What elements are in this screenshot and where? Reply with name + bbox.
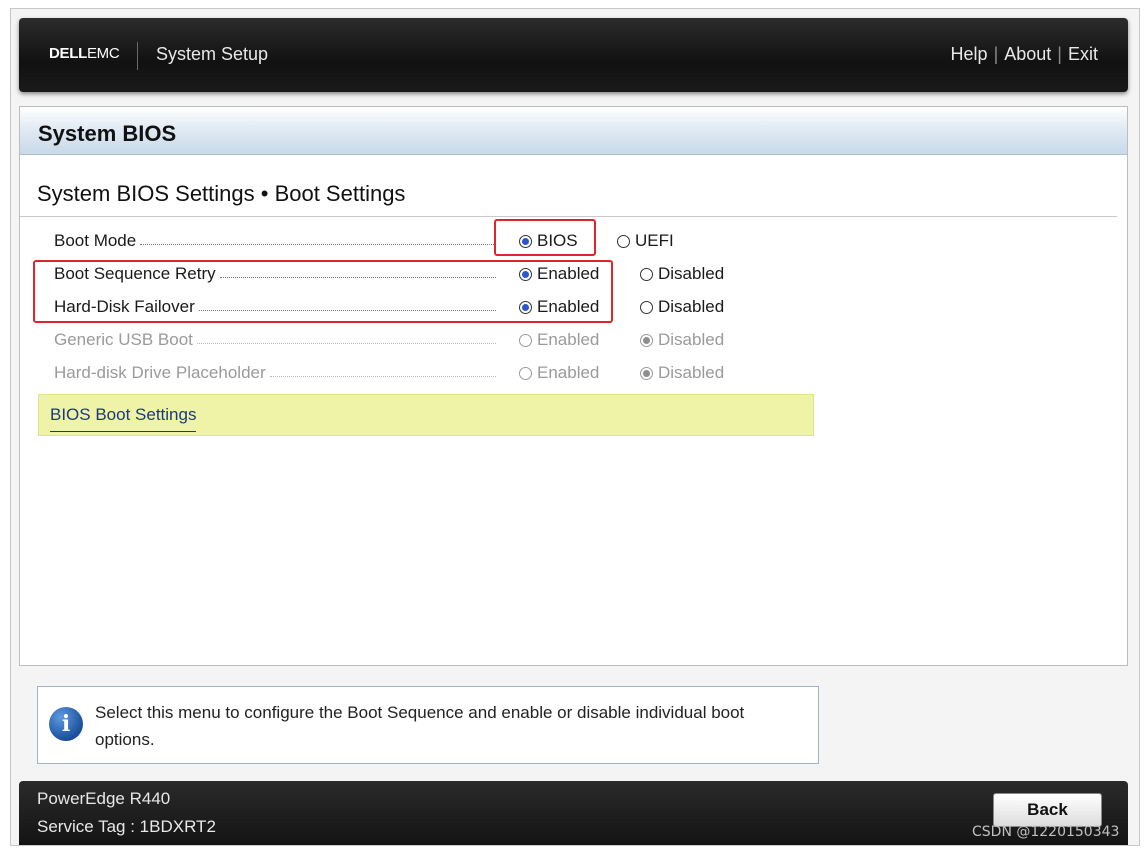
setting-label: Hard-disk Drive Placeholder	[54, 363, 266, 382]
submenu-bios-boot-settings[interactable]: BIOS Boot Settings	[38, 394, 814, 436]
boot-mode-uefi-radio[interactable]: UEFI	[617, 231, 674, 251]
setting-hdd-placeholder: Hard-disk Drive Placeholder Enabled Disa…	[54, 360, 774, 388]
radio-selected-icon	[640, 333, 653, 347]
top-bar: DELLEMC System Setup Help | About | Exit	[19, 18, 1128, 92]
dot-leader	[269, 375, 496, 377]
highlight-box-bios	[494, 219, 596, 256]
main-panel: System BIOS System BIOS Settings • Boot …	[19, 106, 1128, 666]
about-link[interactable]: About	[1004, 44, 1051, 64]
generic-usb-boot-disabled-radio: Disabled	[640, 330, 724, 350]
help-message: Select this menu to configure the Boot S…	[95, 703, 745, 749]
link-separator: |	[1057, 44, 1062, 64]
dot-leader	[196, 342, 496, 344]
submenu-link[interactable]: BIOS Boot Settings	[50, 405, 197, 432]
logo-divider	[137, 42, 138, 70]
generic-usb-boot-enabled-radio: Enabled	[519, 330, 599, 350]
service-tag: Service Tag : 1BDXRT2	[37, 817, 216, 836]
hard-disk-failover-disabled-radio[interactable]: Disabled	[640, 297, 724, 317]
radio-empty-icon	[519, 333, 532, 347]
setting-label: Generic USB Boot	[54, 330, 193, 349]
radio-empty-icon	[640, 267, 653, 281]
radio-empty-icon	[617, 234, 630, 248]
exit-link[interactable]: Exit	[1068, 44, 1098, 64]
hdd-placeholder-disabled-radio: Disabled	[640, 363, 724, 383]
help-link[interactable]: Help	[951, 44, 988, 64]
boot-sequence-retry-disabled-radio[interactable]: Disabled	[640, 264, 724, 284]
setting-label: Boot Mode	[54, 231, 137, 250]
info-icon: i	[49, 707, 83, 741]
top-links: Help | About | Exit	[951, 44, 1098, 65]
hdd-placeholder-enabled-radio: Enabled	[519, 363, 599, 383]
link-separator: |	[993, 44, 999, 64]
system-model: PowerEdge R440	[37, 789, 171, 808]
dot-leader	[140, 243, 496, 245]
back-button[interactable]: Back	[993, 793, 1102, 827]
page-subtitle: System BIOS Settings • Boot Settings	[37, 181, 406, 206]
page-title: System BIOS	[20, 107, 1127, 155]
radio-empty-icon	[640, 300, 653, 314]
highlight-box-retry-failover	[33, 260, 613, 323]
help-box: i Select this menu to configure the Boot…	[37, 686, 819, 764]
radio-empty-icon	[519, 366, 532, 380]
footer-bar: PowerEdge R440 Service Tag : 1BDXRT2 Bac…	[19, 781, 1128, 845]
subtitle-divider	[20, 216, 1117, 217]
app-title: System Setup	[156, 44, 269, 64]
radio-selected-icon	[640, 366, 653, 380]
setting-boot-mode: Boot Mode BIOS UEFI	[54, 228, 774, 256]
watermark: CSDN @1220150343	[972, 824, 1120, 840]
dell-emc-logo: DELLEMC	[49, 45, 120, 62]
setting-generic-usb-boot: Generic USB Boot Enabled Disabled	[54, 327, 774, 355]
